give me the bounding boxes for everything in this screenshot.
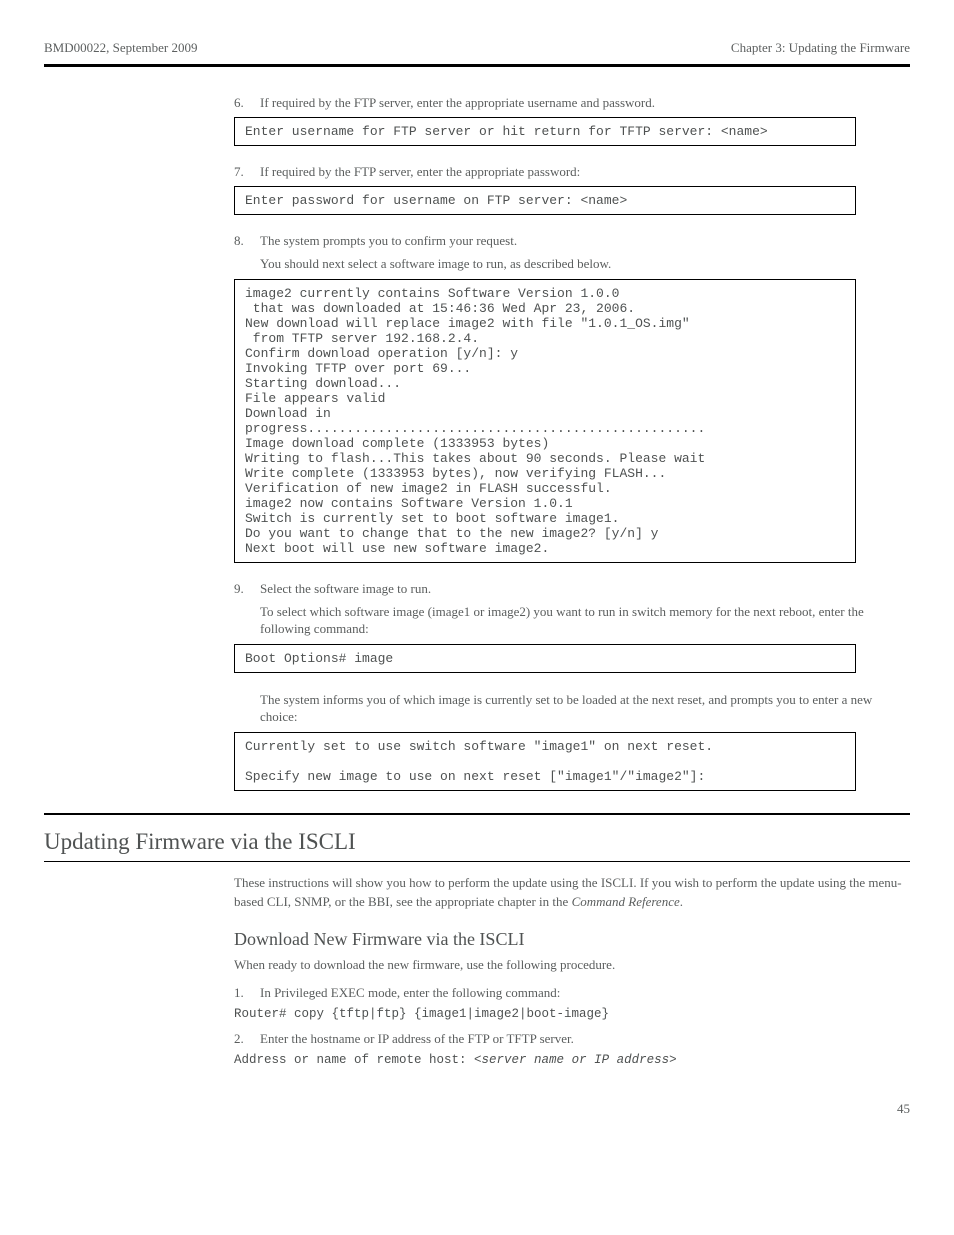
code-boot-options: Boot Options# image — [234, 644, 856, 673]
step-6: 6. If required by the FTP server, enter … — [234, 95, 910, 111]
step-text: Select the software image to run. — [260, 581, 910, 597]
section-intro: These instructions will show you how to … — [234, 874, 910, 912]
subsection-title: Download New Firmware via the ISCLI — [234, 929, 910, 950]
step-number: 8. — [234, 233, 260, 249]
chapter-title: Chapter 3: Updating the Firmware — [731, 40, 910, 56]
step-text: The system prompts you to confirm your r… — [260, 233, 910, 249]
step-text: If required by the FTP server, enter the… — [260, 164, 910, 180]
step-text: Enter the hostname or IP address of the … — [260, 1031, 910, 1047]
cmd-address: Address or name of remote host: <server … — [234, 1053, 910, 1067]
step-number: 7. — [234, 164, 260, 180]
header-rule — [44, 64, 910, 67]
section-body-2: 2. Enter the hostname or IP address of t… — [234, 1031, 910, 1047]
section-body: These instructions will show you how to … — [234, 874, 910, 1002]
section-rule-top — [44, 813, 910, 815]
doc-id-date: BMD00022, September 2009 — [44, 40, 197, 56]
download-intro: When ready to download the new firmware,… — [234, 956, 910, 975]
step-9-desc: To select which software image (image1 o… — [260, 603, 910, 638]
step-7: 7. If required by the FTP server, enter … — [234, 164, 910, 180]
code-ftp-password: Enter password for username on FTP serve… — [234, 186, 856, 215]
step-text: If required by the FTP server, enter the… — [260, 95, 910, 111]
step-number: 2. — [234, 1031, 260, 1047]
section-rule-bottom — [44, 861, 910, 862]
step-number: 1. — [234, 985, 260, 1001]
step-number: 6. — [234, 95, 260, 111]
step-8-note: You should next select a software image … — [260, 255, 910, 273]
step-8: 8. The system prompts you to confirm you… — [234, 233, 910, 249]
step-9-note2: The system informs you of which image is… — [260, 691, 910, 726]
step-9: 9. Select the software image to run. — [234, 581, 910, 597]
page-number: 45 — [897, 1101, 910, 1117]
command-reference-ref: Command Reference — [572, 894, 680, 909]
code-download-progress: image2 currently contains Software Versi… — [234, 279, 856, 563]
step-number: 9. — [234, 581, 260, 597]
code-specify-image: Currently set to use switch software "im… — [234, 732, 856, 791]
page-footer: 45 — [44, 1095, 910, 1117]
code-ftp-username: Enter username for FTP server or hit ret… — [234, 117, 856, 146]
cmd-copy: Router# copy {tftp|ftp} {image1|image2|b… — [234, 1007, 910, 1021]
download-step-2: 2. Enter the hostname or IP address of t… — [234, 1031, 910, 1047]
section-title: Updating Firmware via the ISCLI — [44, 829, 910, 855]
page-header: BMD00022, September 2009 Chapter 3: Upda… — [44, 40, 910, 56]
download-step-1: 1. In Privileged EXEC mode, enter the fo… — [234, 985, 910, 1001]
step-text: In Privileged EXEC mode, enter the follo… — [260, 985, 910, 1001]
main-content: 6. If required by the FTP server, enter … — [234, 95, 910, 791]
